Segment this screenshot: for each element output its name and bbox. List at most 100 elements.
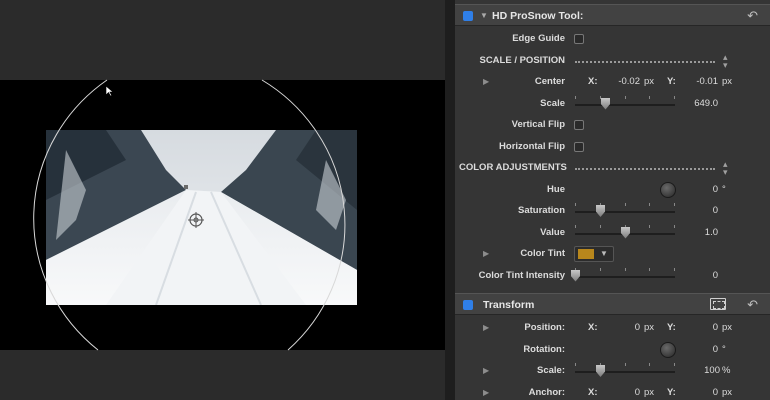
slider-ticks — [575, 363, 675, 367]
transform-row-scale: Scale: ▶ 100% — [455, 361, 770, 382]
degree-unit: ° — [722, 343, 726, 355]
param-label: Scale: — [537, 365, 565, 376]
transform-onscreen-icon[interactable] — [710, 298, 726, 310]
effect-row-color-tint: Color Tint ▶ ▼ — [455, 244, 770, 265]
effect-row-color-tint-intensity: Color Tint Intensity 0 — [455, 266, 770, 287]
effect-row-hue: Hue 0 ° — [455, 180, 770, 201]
y-label: Y: — [667, 322, 676, 333]
group-separator — [575, 168, 715, 170]
y-unit: px — [722, 322, 733, 333]
color-tint-intensity-value-field[interactable]: 0 — [713, 270, 718, 281]
rotation-dial[interactable] — [660, 341, 676, 358]
transform-row-anchor: Anchor: ▶ X: 0 px Y: 0 px — [455, 383, 770, 400]
group-expand-icon[interactable]: ▴ ▾ — [723, 160, 728, 177]
effect-row-scale: Scale 649.0 — [455, 94, 770, 115]
param-label: Color Tint Intensity — [478, 269, 565, 281]
group-separator — [575, 60, 715, 63]
scale-slider-track[interactable] — [575, 103, 675, 106]
y-value-field[interactable]: -0.01 — [696, 76, 718, 87]
effect-row-color-adjustments: COLOR ADJUSTMENTS ▴ ▾ — [455, 158, 770, 179]
x-unit: px — [644, 76, 655, 87]
transform-row-rotation: Rotation: 0 ° — [455, 340, 770, 361]
horizontal-flip-checkbox[interactable] — [574, 141, 584, 152]
effect-enable-checkbox[interactable] — [463, 11, 473, 21]
scale-slider-thumb[interactable] — [596, 365, 605, 377]
disclosure-triangle-icon[interactable]: ▼ — [480, 11, 488, 20]
color-tint-well[interactable]: ▼ — [574, 246, 614, 262]
degree-unit: ° — [722, 183, 726, 195]
param-label: Value — [540, 226, 565, 238]
video-viewer — [0, 0, 445, 400]
saturation-slider-thumb[interactable] — [596, 205, 605, 217]
group-expand-icon[interactable]: ▴ ▾ — [723, 52, 728, 69]
slider-ticks — [575, 267, 675, 272]
disclosure-icon[interactable]: ▶ — [483, 388, 489, 397]
x-value-field[interactable]: -0.02 — [618, 76, 640, 87]
color-tint-intensity-slider-thumb[interactable] — [571, 269, 580, 282]
slider-ticks — [575, 203, 675, 207]
saturation-value-field[interactable]: 0 — [713, 205, 718, 216]
edge-guide-checkbox[interactable] — [574, 34, 584, 44]
scale-value-field[interactable]: 649.0 — [694, 98, 718, 109]
x-label: X: — [588, 386, 598, 398]
effect-row-value: Value 1.0 — [455, 223, 770, 244]
group-label: COLOR ADJUSTMENTS — [459, 162, 567, 173]
transform-title: Transform — [483, 299, 535, 311]
rotation-value-field[interactable]: 0 — [713, 344, 718, 355]
slider-ticks — [575, 95, 675, 100]
color-tint-intensity-slider-track[interactable] — [575, 275, 675, 278]
panel-divider[interactable] — [445, 0, 455, 400]
chevron-down-icon[interactable]: ▼ — [600, 249, 608, 258]
x-label: X: — [588, 76, 598, 87]
param-label: Vertical Flip — [511, 119, 565, 130]
x-label: X: — [588, 322, 598, 333]
transform-header: Transform ↶ — [455, 293, 770, 315]
effect-row-vertical-flip: Vertical Flip — [455, 115, 770, 136]
effect-row-saturation: Saturation 0 — [455, 201, 770, 222]
disclosure-icon[interactable]: ▶ — [483, 366, 489, 375]
param-label: Saturation — [518, 205, 565, 216]
value-value-field[interactable]: 1.0 — [705, 227, 718, 238]
disclosure-icon[interactable]: ▶ — [483, 323, 489, 332]
value-slider-thumb[interactable] — [621, 226, 630, 239]
hue-dial[interactable] — [660, 181, 676, 198]
effect-row-center: Center ▶ X: -0.02 px Y: -0.01 px — [455, 72, 770, 93]
y-label: Y: — [667, 76, 676, 87]
param-label: Scale — [540, 97, 565, 109]
scale-slider-track[interactable] — [575, 371, 675, 373]
transform-row-position: Position: ▶ X: 0 px Y: 0 px — [455, 318, 770, 339]
param-label: Anchor: — [528, 386, 565, 398]
param-label: Center — [534, 76, 565, 87]
transform-reset-icon[interactable]: ↶ — [747, 297, 758, 313]
y-value-field[interactable]: 0 — [713, 387, 718, 398]
y-unit: px — [722, 386, 733, 398]
effect-reset-icon[interactable]: ↶ — [747, 8, 758, 24]
effect-header: ▼ HD ProSnow Tool: ↶ — [455, 4, 770, 26]
param-label: Horizontal Flip — [499, 140, 565, 152]
effect-row-scale-position: SCALE / POSITION ▴ ▾ — [455, 51, 770, 72]
y-unit: px — [722, 76, 733, 87]
disclosure-icon[interactable]: ▶ — [483, 249, 489, 258]
effect-row-horizontal-flip: Horizontal Flip — [455, 137, 770, 158]
x-value-field[interactable]: 0 — [635, 322, 640, 333]
x-value-field[interactable]: 0 — [635, 387, 640, 398]
effect-title: HD ProSnow Tool: — [492, 10, 584, 22]
vertical-flip-checkbox[interactable] — [574, 120, 584, 130]
x-unit: px — [644, 322, 655, 333]
param-label: Rotation: — [523, 343, 565, 355]
hue-value-field[interactable]: 0 — [713, 184, 718, 195]
scale-value-field[interactable]: 100 — [704, 365, 720, 376]
saturation-slider-track[interactable] — [575, 211, 675, 213]
scale-slider-thumb[interactable] — [601, 97, 610, 110]
param-label: Edge Guide — [512, 33, 565, 44]
transform-enable-checkbox[interactable] — [463, 300, 473, 310]
unit: % — [722, 365, 731, 376]
param-label: Hue — [547, 183, 565, 195]
color-swatch — [578, 249, 594, 259]
y-label: Y: — [667, 386, 676, 398]
disclosure-icon[interactable]: ▶ — [483, 77, 489, 86]
param-label: Color Tint — [520, 248, 565, 259]
param-label: Position: — [524, 322, 565, 333]
group-label: SCALE / POSITION — [479, 54, 565, 66]
y-value-field[interactable]: 0 — [713, 322, 718, 333]
